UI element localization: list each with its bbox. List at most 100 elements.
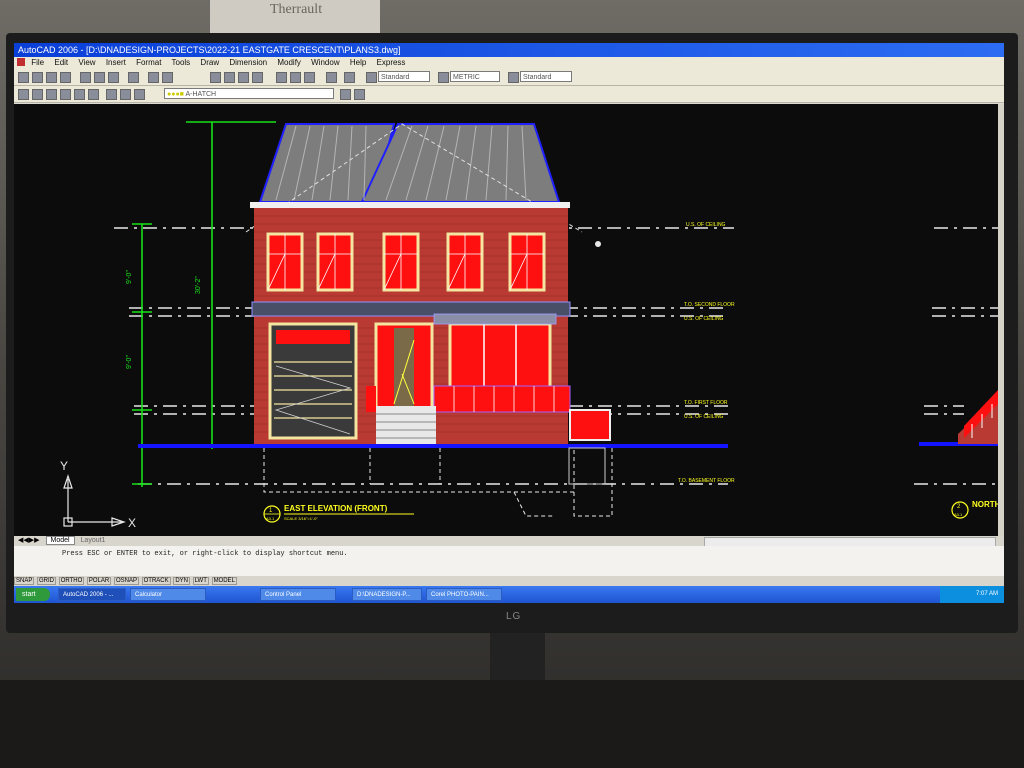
start-button[interactable]: start: [16, 588, 50, 601]
pan-icon[interactable]: [210, 72, 221, 83]
status-polar[interactable]: POLAR: [86, 577, 112, 585]
layer-previous-icon[interactable]: [32, 89, 43, 100]
print-icon[interactable]: [60, 72, 71, 83]
label-basement-floor: T.O. BASEMENT FLOOR: [678, 478, 735, 484]
vertical-scrollbar[interactable]: [998, 104, 1004, 536]
menu-dimension[interactable]: Dimension: [229, 58, 267, 67]
properties-icon[interactable]: [276, 72, 287, 83]
label-ceiling-low: U.S. OF CEILING: [684, 414, 724, 420]
menu-help[interactable]: Help: [350, 58, 366, 67]
status-otrack[interactable]: OTRACK: [141, 577, 171, 585]
layer-select[interactable]: ●●●■ A-HATCH: [164, 88, 334, 99]
layer-change-icon[interactable]: [120, 89, 131, 100]
zoom-realtime-icon[interactable]: [224, 72, 235, 83]
monitor-stand: [490, 633, 545, 683]
ucs-x-label: X: [128, 516, 136, 530]
window-title: AutoCAD 2006 - [D:\DNADESIGN-PROJECTS\20…: [14, 43, 1004, 57]
tab-model[interactable]: Model: [45, 536, 75, 545]
autocad-app-icon[interactable]: [17, 58, 25, 66]
ucs-y-label: Y: [60, 459, 68, 473]
desk: [0, 680, 1024, 768]
layer-states-icon[interactable]: [46, 89, 57, 100]
taskbar-autocad[interactable]: AutoCAD 2006 - ...: [58, 588, 126, 601]
status-dyn[interactable]: DYN: [173, 577, 190, 585]
save-icon[interactable]: [46, 72, 57, 83]
cut-icon[interactable]: [80, 72, 91, 83]
command-line-text: Press ESC or ENTER to exit, or right-cli…: [62, 550, 348, 558]
clock: 7:07 AM: [975, 591, 998, 597]
status-bar: SNAP GRID ORTHO POLAR OSNAP OTRACK DYN L…: [14, 576, 1004, 586]
tool-palettes-icon[interactable]: [304, 72, 315, 83]
menu-file[interactable]: File: [31, 58, 44, 67]
north-number: 2: [957, 504, 961, 510]
taskbar-control-panel[interactable]: Control Panel: [260, 588, 336, 601]
status-snap[interactable]: SNAP: [14, 577, 35, 585]
status-model[interactable]: MODEL: [211, 577, 237, 585]
menu-insert[interactable]: Insert: [106, 58, 126, 67]
new-file-icon[interactable]: [18, 72, 29, 83]
elevation-title: 1 A3.1 EAST ELEVATION (FRONT) SCALE 3/16…: [263, 504, 414, 523]
dimension-upper-text: 9'-0": [126, 270, 133, 284]
menu-format[interactable]: Format: [136, 58, 161, 67]
status-osnap[interactable]: OSNAP: [113, 577, 139, 585]
layer-properties-icon[interactable]: [18, 89, 29, 100]
undo-icon[interactable]: [148, 72, 159, 83]
command-window[interactable]: Press ESC or ENTER to exit, or right-cli…: [14, 546, 1004, 576]
layer-walk-icon[interactable]: [134, 89, 145, 100]
layer-freeze-icon[interactable]: [88, 89, 99, 100]
system-tray: 7:07 AM: [940, 586, 1004, 603]
paste-icon[interactable]: [108, 72, 119, 83]
title-number: 1: [269, 508, 273, 514]
status-grid[interactable]: GRID: [37, 577, 57, 585]
layer-match-icon[interactable]: [106, 89, 117, 100]
text-style-icon: [366, 72, 377, 83]
table-style-select[interactable]: Standard: [520, 71, 572, 82]
menu-edit[interactable]: Edit: [54, 58, 68, 67]
menu-view[interactable]: View: [78, 58, 95, 67]
text-style-select[interactable]: Standard: [378, 71, 430, 82]
drawing-area[interactable]: 30'-2" 9'-0" 9'-0" U.S. OF CEILING T.O. …: [14, 104, 998, 536]
menu-tools[interactable]: Tools: [172, 58, 191, 67]
layer-previous-2-icon[interactable]: [354, 89, 365, 100]
make-current-layer-icon[interactable]: [340, 89, 351, 100]
menu-express[interactable]: Express: [377, 58, 406, 67]
open-file-icon[interactable]: [32, 72, 43, 83]
design-center-icon[interactable]: [290, 72, 301, 83]
zoom-window-icon[interactable]: [238, 72, 249, 83]
north-title-text: NORTH: [972, 500, 998, 509]
tab-nav-arrows[interactable]: ◀◀▶▶: [18, 537, 40, 544]
menu-bar: File Edit View Insert Format Tools Draw …: [14, 57, 1004, 69]
taskbar-photopaint[interactable]: Corel PHOTO-PAIN...: [426, 588, 502, 601]
copy-icon[interactable]: [94, 72, 105, 83]
layer-isolate-icon[interactable]: [60, 89, 71, 100]
north-title: 2 A3.1 NORTH: [951, 500, 998, 519]
monitor-logo: LG: [506, 611, 522, 622]
north-ref: A3.1: [954, 512, 963, 517]
status-lwt[interactable]: LWT: [192, 577, 209, 585]
menu-modify[interactable]: Modify: [277, 58, 301, 67]
label-ceiling-mid: U.S. OF CEILING: [684, 316, 724, 322]
status-ortho[interactable]: ORTHO: [58, 577, 85, 585]
tab-layout1[interactable]: Layout1: [77, 537, 110, 544]
match-properties-icon[interactable]: [128, 72, 139, 83]
label-first-floor: T.O. FIRST FLOOR: [684, 400, 728, 406]
garage: [268, 322, 358, 440]
help-icon[interactable]: [344, 72, 355, 83]
taskbar-explorer[interactable]: D:\DNADESIGN-P...: [352, 588, 422, 601]
cursor-icon: [595, 241, 601, 247]
redo-icon[interactable]: [162, 72, 173, 83]
menu-window[interactable]: Window: [311, 58, 339, 67]
dim-style-select[interactable]: METRIC: [450, 71, 500, 82]
dim-style-icon: [438, 72, 449, 83]
standard-toolbar: Standard METRIC Standard: [14, 69, 1004, 86]
title-text: EAST ELEVATION (FRONT): [284, 504, 388, 513]
layer-off-icon[interactable]: [74, 89, 85, 100]
title-ref: A3.1: [266, 516, 275, 521]
menu-draw[interactable]: Draw: [200, 58, 219, 67]
label-ceiling-top: U.S. OF CEILING: [686, 222, 726, 228]
elevation-drawing: 30'-2" 9'-0" 9'-0" U.S. OF CEILING T.O. …: [60, 121, 998, 530]
taskbar-calculator[interactable]: Calculator: [130, 588, 206, 601]
zoom-previous-icon[interactable]: [252, 72, 263, 83]
calculator-icon[interactable]: [326, 72, 337, 83]
wall-note: Therrault: [210, 0, 380, 34]
